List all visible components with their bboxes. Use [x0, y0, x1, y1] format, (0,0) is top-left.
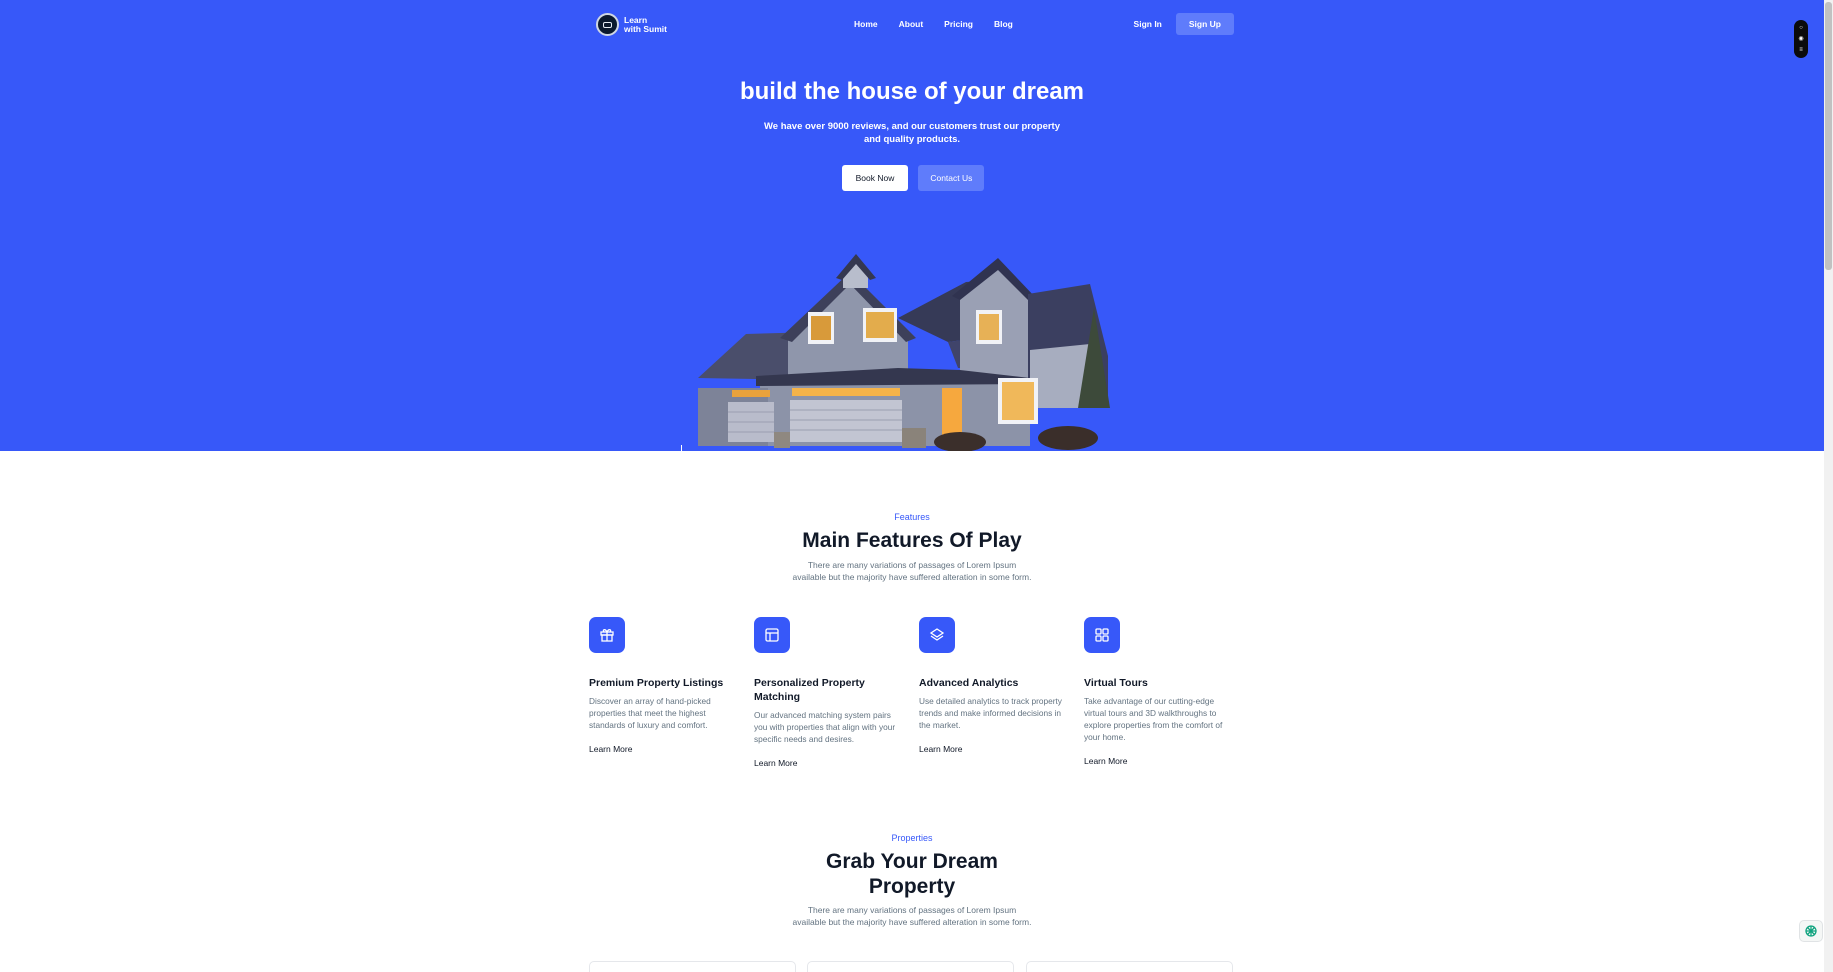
feature-card-property-matching: Personalized Property Matching Our advan…: [750, 617, 904, 768]
page: Learn with Sumit Home About Pricing Blog…: [0, 0, 1833, 972]
features-desc-line-1: There are many variations of passages of…: [807, 560, 1017, 570]
hero-subtitle-line-2: and quality products.: [863, 134, 961, 145]
hero-buttons: Book Now Contact Us: [0, 165, 1824, 191]
property-card[interactable]: [1026, 961, 1233, 972]
property-card[interactable]: [807, 961, 1014, 972]
layout-icon: [750, 617, 790, 659]
features-grid: Premium Property Listings Discover an ar…: [585, 617, 1249, 777]
eye-icon[interactable]: ◉: [1798, 36, 1803, 42]
book-now-button[interactable]: Book Now: [841, 165, 909, 191]
contact-us-button[interactable]: Contact Us: [918, 165, 985, 191]
browser-viewport: Learn with Sumit Home About Pricing Blog…: [0, 0, 1824, 972]
feature-card-advanced-analytics: Advanced Analytics Use detailed analytic…: [915, 617, 1069, 754]
vertical-scrollbar[interactable]: [1824, 0, 1833, 972]
features-desc-line-2: available but the majority have suffered…: [792, 572, 1032, 582]
feature-title: Advanced Analytics: [919, 677, 1019, 689]
gift-icon: [585, 617, 625, 659]
properties-description: There are many variations of passages of…: [0, 904, 1824, 928]
learn-more-link[interactable]: Learn More: [754, 758, 904, 768]
main-menu: Home About Pricing Blog: [854, 19, 1034, 29]
logo[interactable]: Learn with Sumit: [596, 13, 667, 36]
hero-section: Learn with Sumit Home About Pricing Blog…: [0, 0, 1824, 451]
properties-tag: Properties: [891, 833, 933, 843]
learn-more-link[interactable]: Learn More: [589, 744, 739, 754]
sign-up-button[interactable]: Sign Up: [1175, 13, 1234, 35]
properties-desc-line-2: available but the majority have suffered…: [792, 917, 1032, 927]
grid-icon: [1080, 617, 1120, 659]
nav-blog[interactable]: Blog: [994, 19, 1013, 29]
property-cards-row: [589, 961, 1233, 972]
nav-about[interactable]: About: [899, 19, 924, 29]
feature-title: Virtual Tours: [1084, 677, 1148, 689]
logo-line-2: with Sumit: [624, 23, 667, 34]
features-title: Main Features Of Play: [802, 529, 1022, 552]
feature-description: Take advantage of our cutting-edge virtu…: [1084, 696, 1223, 742]
properties-title-line-1: Grab Your Dream: [826, 850, 998, 873]
features-tag: Features: [894, 512, 930, 522]
settings-icon[interactable]: ≡: [1799, 47, 1803, 53]
feature-description: Use detailed analytics to track property…: [919, 696, 1062, 730]
nav-home[interactable]: Home: [854, 19, 878, 29]
floating-toolbar[interactable]: ○ ◉ ≡: [1794, 20, 1808, 58]
nav-pricing[interactable]: Pricing: [944, 19, 973, 29]
feature-title: Personalized Property Matching: [754, 677, 865, 703]
properties-title: Grab Your Dream Property: [0, 849, 1824, 899]
feature-title: Premium Property Listings: [589, 677, 724, 689]
navbar: Learn with Sumit Home About Pricing Blog…: [596, 11, 1234, 37]
learn-more-link[interactable]: Learn More: [1084, 756, 1234, 766]
feature-card-virtual-tours: Virtual Tours Take advantage of our cutt…: [1080, 617, 1234, 766]
hero-subtitle: We have over 9000 reviews, and our custo…: [0, 120, 1824, 146]
sign-in-link[interactable]: Sign In: [1134, 19, 1162, 29]
hero-subtitle-line-1: We have over 9000 reviews, and our custo…: [763, 121, 1060, 132]
properties-desc-line-1: There are many variations of passages of…: [807, 905, 1017, 915]
feature-description: Our advanced matching system pairs you w…: [754, 710, 896, 744]
assistant-widget-icon[interactable]: [1799, 920, 1823, 942]
properties-title-line-2: Property: [868, 875, 956, 898]
chat-icon[interactable]: ○: [1799, 25, 1803, 31]
text-cursor: [681, 445, 682, 451]
features-description: There are many variations of passages of…: [0, 559, 1824, 583]
hero-house-image: [698, 254, 1110, 451]
auth-buttons: Sign In Sign Up: [1134, 13, 1234, 35]
scrollbar-thumb[interactable]: [1825, 2, 1832, 270]
property-card[interactable]: [589, 961, 796, 972]
hero-title: build the house of your dream: [739, 78, 1085, 105]
logo-text: Learn with Sumit: [624, 15, 667, 34]
logo-avatar-icon: [596, 13, 619, 36]
learn-more-link[interactable]: Learn More: [919, 744, 1069, 754]
layers-icon: [915, 617, 955, 659]
feature-card-premium-listings: Premium Property Listings Discover an ar…: [585, 617, 739, 754]
feature-description: Discover an array of hand-picked propert…: [589, 696, 711, 730]
